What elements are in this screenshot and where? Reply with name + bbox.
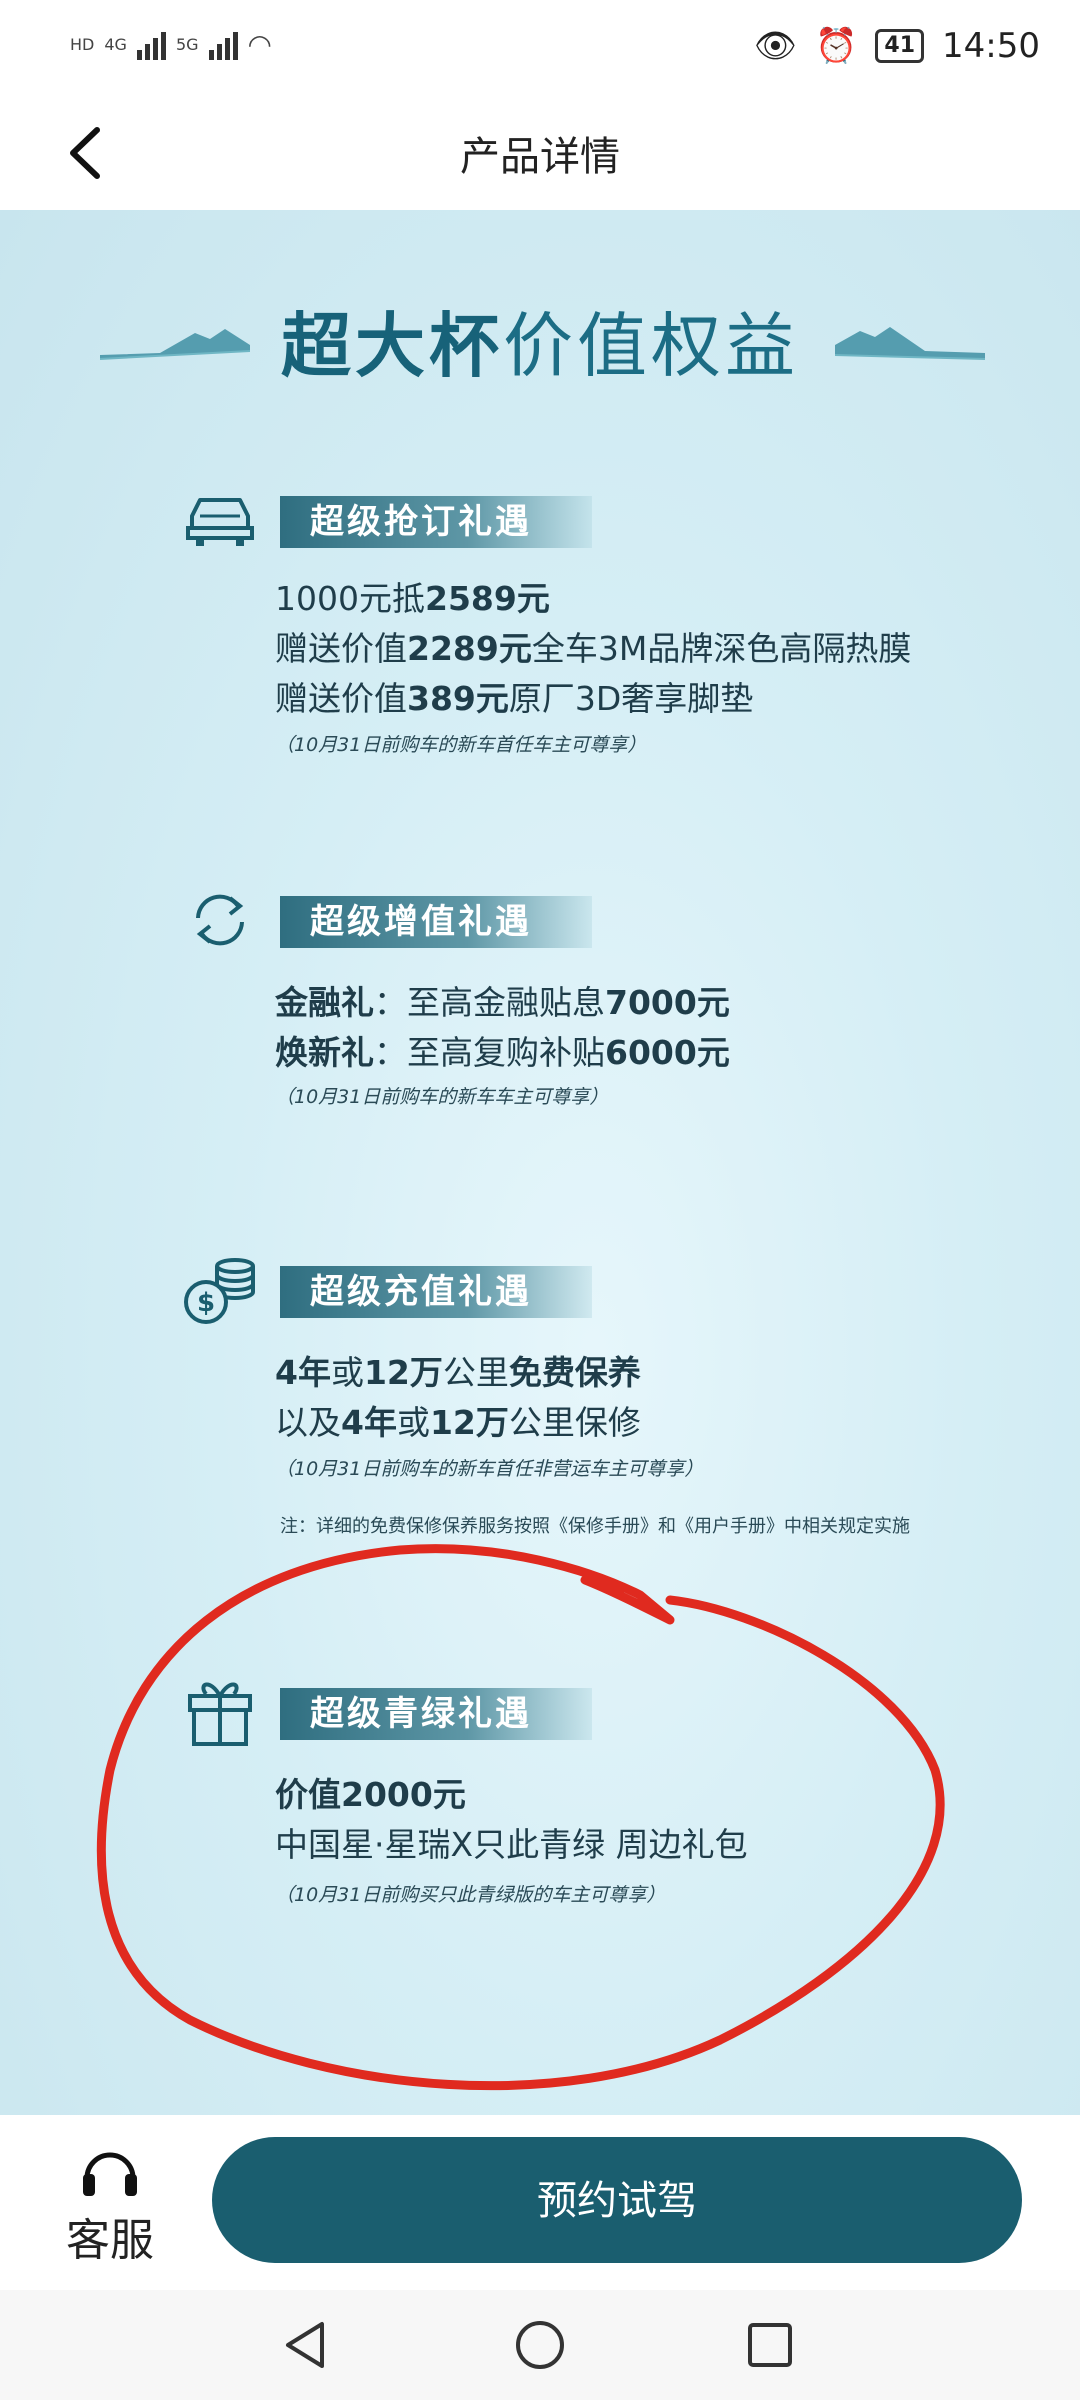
benefit-line: 1000元抵2589元 <box>275 574 911 624</box>
section-lines: 价值2000元 中国星·星瑞X只此青绿 周边礼包 <box>275 1770 748 1870</box>
line-text: 中国星·星瑞X只此青绿 周边礼包 <box>275 1825 748 1864</box>
clock: 14:50 <box>942 26 1040 66</box>
benefit-line: 以及4年或12万公里保修 <box>275 1398 641 1448</box>
nav-home-icon[interactable] <box>505 2310 575 2380</box>
line-text: 赠送价值 <box>275 629 407 668</box>
benefit-line: 赠送价值389元原厂3D奢享脚垫 <box>275 674 911 724</box>
line-text: 原厂3D奢享脚垫 <box>508 679 754 718</box>
line-text: 公里 <box>442 1353 509 1392</box>
svg-text:$: $ <box>197 1288 215 1318</box>
line-text: 以及 <box>275 1403 341 1442</box>
mountain-decoration-right <box>835 327 985 360</box>
line-text: 赠送价值 <box>275 679 407 718</box>
section-title: 超级抢订礼遇 <box>280 496 592 548</box>
eligibility-note: （10月31日前购车的新车首任车主可尊享） <box>275 734 647 756</box>
line-label: 金融礼 <box>275 983 374 1022</box>
line-value: 6000元 <box>605 1033 730 1072</box>
line-value: 12万 <box>363 1353 443 1392</box>
benefits-banner: 超大杯价值权益 <box>0 280 1080 390</box>
benefit-line: 金融礼：至高金融贴息7000元 <box>275 978 730 1028</box>
product-detail-content[interactable]: 超大杯价值权益 超级抢订礼遇 1000元抵2589元 赠送价值2289元全车3M… <box>0 210 1080 2115</box>
car-icon <box>186 498 254 546</box>
signal-area: HD 4G 5G ◠ <box>70 28 272 61</box>
status-right: 👁 ⏰ 41 14:50 <box>754 26 1040 66</box>
eye-icon: 👁 <box>753 26 798 66</box>
eligibility-note: （10月31日前购买只此青绿版的车主可尊享） <box>275 1884 666 1906</box>
line-value: 2289元 <box>407 629 532 668</box>
line-text: ：至高复购补贴 <box>374 1033 605 1072</box>
customer-service-label: 客服 <box>66 2215 154 2266</box>
line-value: 389元 <box>407 679 509 718</box>
section-lines: 4年或12万公里免费保养 以及4年或12万公里保修 <box>275 1348 641 1448</box>
app-header: 产品详情 <box>0 100 1080 210</box>
section-lines: 1000元抵2589元 赠送价值2289元全车3M品牌深色高隔热膜 赠送价值38… <box>275 574 911 724</box>
refresh-icon <box>196 894 244 946</box>
banner-title-rest: 价值权益 <box>503 305 799 387</box>
book-test-drive-button[interactable]: 预约试驾 <box>212 2137 1022 2263</box>
line-text: 1000元抵 <box>275 579 425 618</box>
service-footnote: 注：详细的免费保修保养服务按照《保修手册》和《用户手册》中相关规定实施 <box>280 1516 910 1537</box>
banner-title-bold: 超大杯 <box>281 305 503 387</box>
nav-recents-icon[interactable] <box>735 2310 805 2380</box>
eligibility-note: （10月31日前购车的新车首任非营运车主可尊享） <box>275 1458 704 1480</box>
network-5g-label: 5G <box>175 35 199 54</box>
eligibility-note: （10月31日前购车的新车车主可尊享） <box>275 1086 609 1108</box>
line-text: 或 <box>396 1403 430 1442</box>
section-title: 超级青绿礼遇 <box>280 1688 592 1740</box>
system-nav-bar <box>0 2290 1080 2400</box>
line-text: 全车3M品牌深色高隔热膜 <box>531 629 912 668</box>
headset-icon <box>83 2152 137 2196</box>
signal-icon <box>208 30 238 60</box>
line-value: 4年 <box>341 1403 397 1442</box>
line-value: 7000元 <box>605 983 730 1022</box>
bottom-action-bar: 客服 预约试驾 <box>0 2115 1080 2290</box>
line-label: 焕新礼 <box>275 1033 374 1072</box>
gift-icon <box>188 1682 252 1746</box>
line-value: 12万 <box>429 1403 509 1442</box>
line-value: 4年 <box>275 1353 331 1392</box>
line-value: 价值2000元 <box>275 1775 466 1814</box>
network-4g-label: 4G <box>104 35 127 54</box>
line-value: 2589元 <box>424 579 550 618</box>
page-title: 产品详情 <box>460 134 620 180</box>
benefit-line: 赠送价值2289元全车3M品牌深色高隔热膜 <box>275 624 911 674</box>
section-title: 超级充值礼遇 <box>280 1266 592 1318</box>
benefit-line: 中国星·星瑞X只此青绿 周边礼包 <box>275 1820 748 1870</box>
line-text: 或 <box>330 1353 364 1392</box>
signal-icon <box>136 30 166 60</box>
status-bar: HD 4G 5G ◠ 👁 ⏰ 41 14:50 <box>0 0 1080 100</box>
coins-icon: $ <box>184 1258 255 1324</box>
line-text: ：至高金融贴息 <box>374 983 605 1022</box>
battery-indicator: 41 <box>875 29 925 63</box>
benefit-line: 价值2000元 <box>275 1770 748 1820</box>
benefit-line: 焕新礼：至高复购补贴6000元 <box>275 1028 730 1078</box>
line-value: 免费保养 <box>508 1353 641 1392</box>
customer-service-button[interactable]: 客服 <box>55 2140 165 2268</box>
section-title: 超级增值礼遇 <box>280 896 592 948</box>
alarm-icon: ⏰ <box>815 26 858 66</box>
section-lines: 金融礼：至高金融贴息7000元 焕新礼：至高复购补贴6000元 <box>275 978 730 1078</box>
wifi-icon: ◠ <box>247 28 272 61</box>
line-text: 公里保修 <box>508 1403 641 1442</box>
hd-label: HD <box>70 35 95 54</box>
benefit-line: 4年或12万公里免费保养 <box>275 1348 641 1398</box>
nav-back-icon[interactable] <box>272 2310 342 2380</box>
